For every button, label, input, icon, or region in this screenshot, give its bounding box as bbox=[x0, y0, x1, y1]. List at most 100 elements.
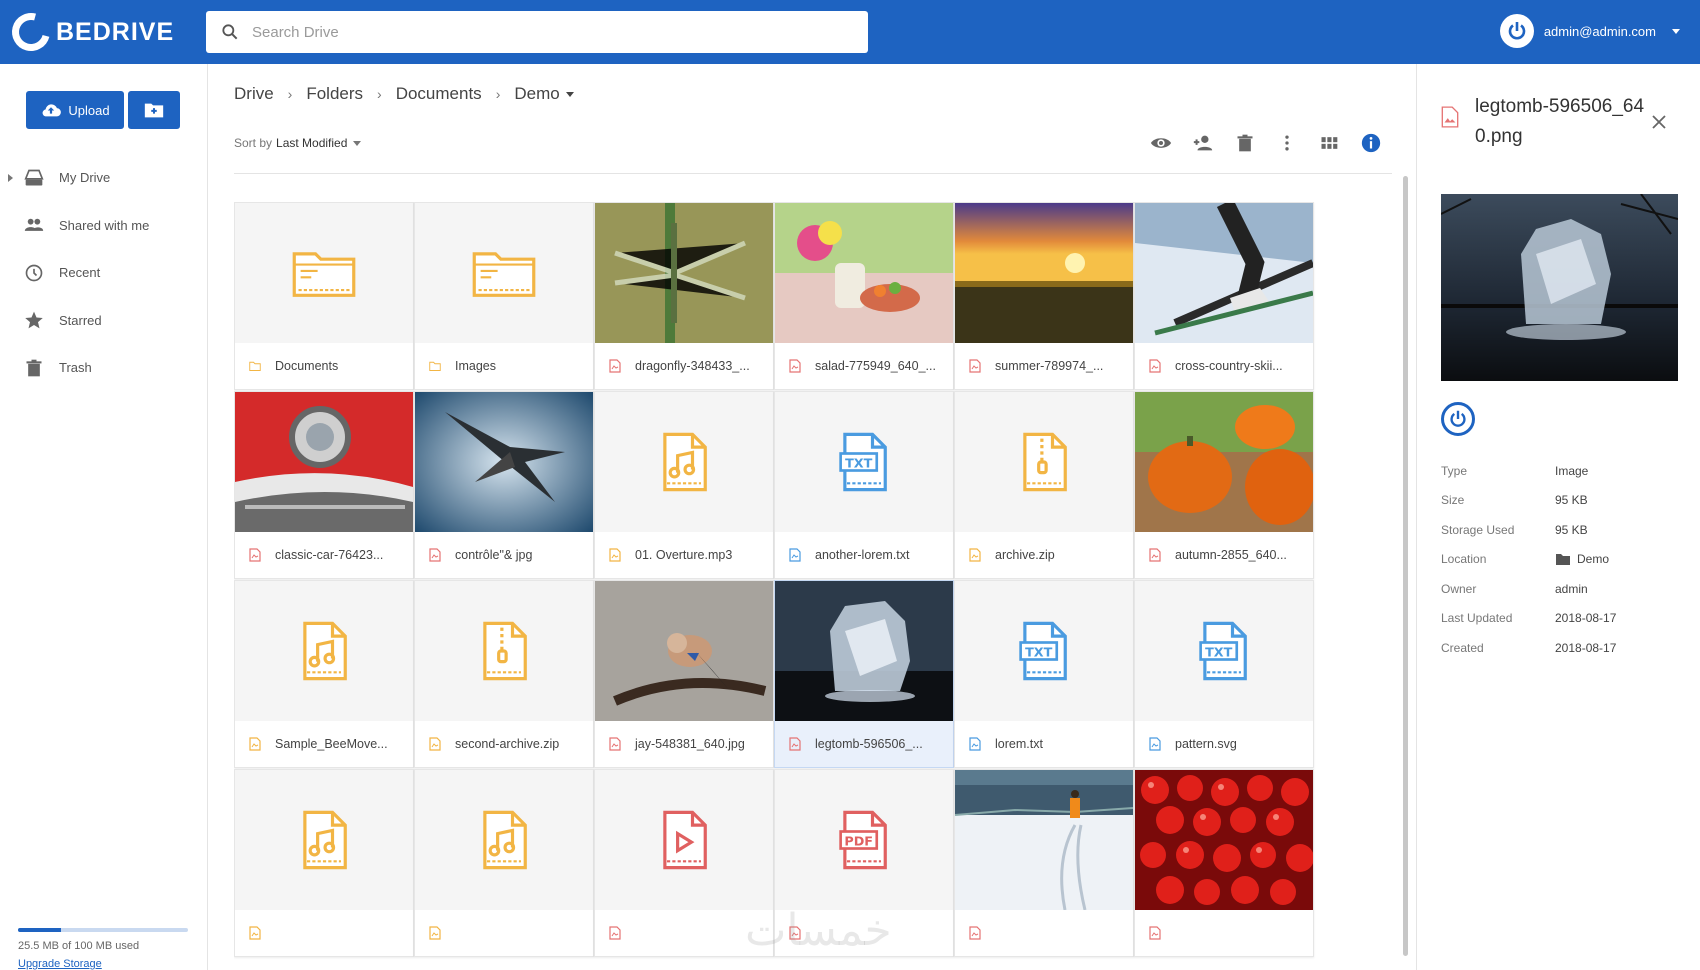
file-card[interactable]: classic-car-76423... bbox=[234, 391, 414, 579]
property-value-wrap: 2018-08-17 bbox=[1555, 641, 1616, 655]
storage-indicator: 25.5 MB of 100 MB used Upgrade Storage bbox=[18, 928, 188, 970]
file-card[interactable]: TXT pattern.svg bbox=[1134, 580, 1314, 768]
info-button[interactable] bbox=[1360, 132, 1382, 154]
location-link[interactable]: Demo bbox=[1555, 552, 1609, 566]
storage-bar-fill bbox=[18, 928, 62, 932]
file-card[interactable]: cross-country-skii... bbox=[1134, 202, 1314, 390]
file-name: classic-car-76423... bbox=[275, 548, 384, 562]
file-label bbox=[235, 910, 413, 956]
file-card[interactable]: salad-775949_640_... bbox=[774, 202, 954, 390]
delete-button[interactable] bbox=[1234, 132, 1256, 154]
sidebar-item-my-drive[interactable]: My Drive bbox=[0, 154, 207, 202]
chevron-down-icon[interactable] bbox=[565, 91, 574, 97]
image-file-icon bbox=[969, 359, 981, 373]
file-card[interactable] bbox=[414, 769, 594, 957]
file-card[interactable] bbox=[954, 769, 1134, 957]
chevron-right-icon: › bbox=[287, 86, 293, 102]
file-thumbnail bbox=[955, 392, 1133, 532]
file-thumbnail bbox=[595, 392, 773, 532]
property-value-wrap: 2018-08-17 bbox=[1555, 611, 1616, 625]
file-card[interactable]: 01. Overture.mp3 bbox=[594, 391, 774, 579]
folder-icon bbox=[470, 239, 538, 307]
file-card[interactable]: TXT lorem.txt bbox=[954, 580, 1134, 768]
user-menu[interactable]: admin@admin.com bbox=[1499, 14, 1680, 48]
expand-arrow-icon[interactable] bbox=[8, 174, 13, 182]
file-thumbnail bbox=[595, 770, 773, 910]
image-file-icon bbox=[429, 548, 441, 562]
owner-avatar bbox=[1441, 402, 1475, 436]
upgrade-storage-link[interactable]: Upgrade Storage bbox=[18, 958, 188, 970]
file-card[interactable]: jay-548381_640.jpg bbox=[594, 580, 774, 768]
image-file-icon bbox=[789, 359, 801, 373]
file-card[interactable]: second-archive.zip bbox=[414, 580, 594, 768]
image-file-icon bbox=[1441, 106, 1459, 128]
more-options-button[interactable] bbox=[1276, 132, 1298, 154]
folder-icon bbox=[429, 361, 441, 371]
file-thumbnail bbox=[235, 203, 413, 343]
file-label: archive.zip bbox=[955, 532, 1133, 578]
property-value: 2018-08-17 bbox=[1555, 611, 1617, 626]
eye-icon bbox=[1150, 138, 1172, 148]
breadcrumb-item[interactable]: Drive bbox=[234, 84, 274, 104]
scrollbar-thumb[interactable] bbox=[1403, 176, 1408, 956]
breadcrumb-item[interactable]: Documents bbox=[396, 84, 482, 104]
upload-button[interactable]: Upload bbox=[26, 91, 124, 129]
grid-view-icon bbox=[1321, 137, 1338, 149]
breadcrumb-item[interactable]: Folders bbox=[306, 84, 363, 104]
image-file-icon bbox=[609, 359, 621, 373]
sidebar-item-shared-with-me[interactable]: Shared with me bbox=[0, 202, 207, 250]
property-key: Storage Used bbox=[1441, 522, 1515, 537]
sidebar-item-recent[interactable]: Recent bbox=[0, 249, 207, 297]
image-file-icon bbox=[609, 737, 621, 751]
svg-text:PDF: PDF bbox=[844, 834, 873, 849]
file-card[interactable]: archive.zip bbox=[954, 391, 1134, 579]
scrollbar[interactable] bbox=[1403, 176, 1409, 970]
image-file-icon bbox=[249, 548, 261, 562]
property-location: Location Demo bbox=[1441, 545, 1681, 575]
new-folder-button[interactable] bbox=[128, 91, 180, 129]
share-button[interactable] bbox=[1192, 132, 1214, 154]
preview-button[interactable] bbox=[1150, 132, 1172, 154]
file-card[interactable]: summer-789974_... bbox=[954, 202, 1134, 390]
salad-photo bbox=[775, 203, 953, 343]
video-file-icon bbox=[609, 926, 621, 940]
file-card[interactable] bbox=[234, 769, 414, 957]
file-card[interactable]: contrôle"& jpg bbox=[414, 391, 594, 579]
file-card[interactable] bbox=[1134, 769, 1314, 957]
file-card[interactable]: legtomb-596506_... bbox=[774, 580, 954, 768]
sidebar-item-label: Starred bbox=[59, 312, 102, 328]
file-card[interactable]: autumn-2855_640... bbox=[1134, 391, 1314, 579]
file-name: archive.zip bbox=[995, 548, 1055, 562]
folder-card[interactable]: Images bbox=[414, 202, 594, 390]
file-label: classic-car-76423... bbox=[235, 532, 413, 578]
file-thumbnail: TXT bbox=[775, 392, 953, 532]
folder-card[interactable]: Documents bbox=[234, 202, 414, 390]
sidebar-item-trash[interactable]: Trash bbox=[0, 344, 207, 392]
audio-file-icon bbox=[650, 428, 718, 496]
file-thumbnail bbox=[415, 392, 593, 532]
file-thumbnail bbox=[415, 581, 593, 721]
sidebar-item-starred[interactable]: Starred bbox=[0, 297, 207, 345]
file-card[interactable]: dragonfly-348433_... bbox=[594, 202, 774, 390]
sort-control[interactable]: Sort by Last Modified bbox=[234, 136, 362, 150]
file-properties: Type Image Size 95 KB Storage Used 95 KB Locat… bbox=[1441, 456, 1681, 663]
file-label: Images bbox=[415, 343, 593, 389]
grid-view-button[interactable] bbox=[1318, 132, 1340, 154]
close-icon[interactable] bbox=[1651, 114, 1667, 130]
search-input[interactable] bbox=[252, 23, 852, 41]
breadcrumb-item[interactable]: Demo bbox=[514, 84, 559, 104]
file-card[interactable]: Sample_BeeMove... bbox=[234, 580, 414, 768]
app-logo[interactable]: BEDRIVE bbox=[5, 6, 174, 58]
file-thumbnail bbox=[1135, 392, 1313, 532]
property-value: 95 KB bbox=[1555, 522, 1588, 537]
audio-file-icon bbox=[290, 617, 358, 685]
property-value: Image bbox=[1555, 463, 1589, 478]
file-card[interactable]: TXT another-lorem.txt bbox=[774, 391, 954, 579]
people-icon bbox=[24, 215, 44, 235]
sidebar-item-label: Shared with me bbox=[59, 217, 150, 233]
search-box[interactable] bbox=[206, 11, 868, 53]
ski-photo bbox=[1135, 203, 1313, 343]
text-file-icon bbox=[969, 737, 981, 751]
sidebar: Upload My Drive Shared with me Recent Starr… bbox=[0, 64, 208, 970]
upload-label: Upload bbox=[68, 102, 110, 118]
